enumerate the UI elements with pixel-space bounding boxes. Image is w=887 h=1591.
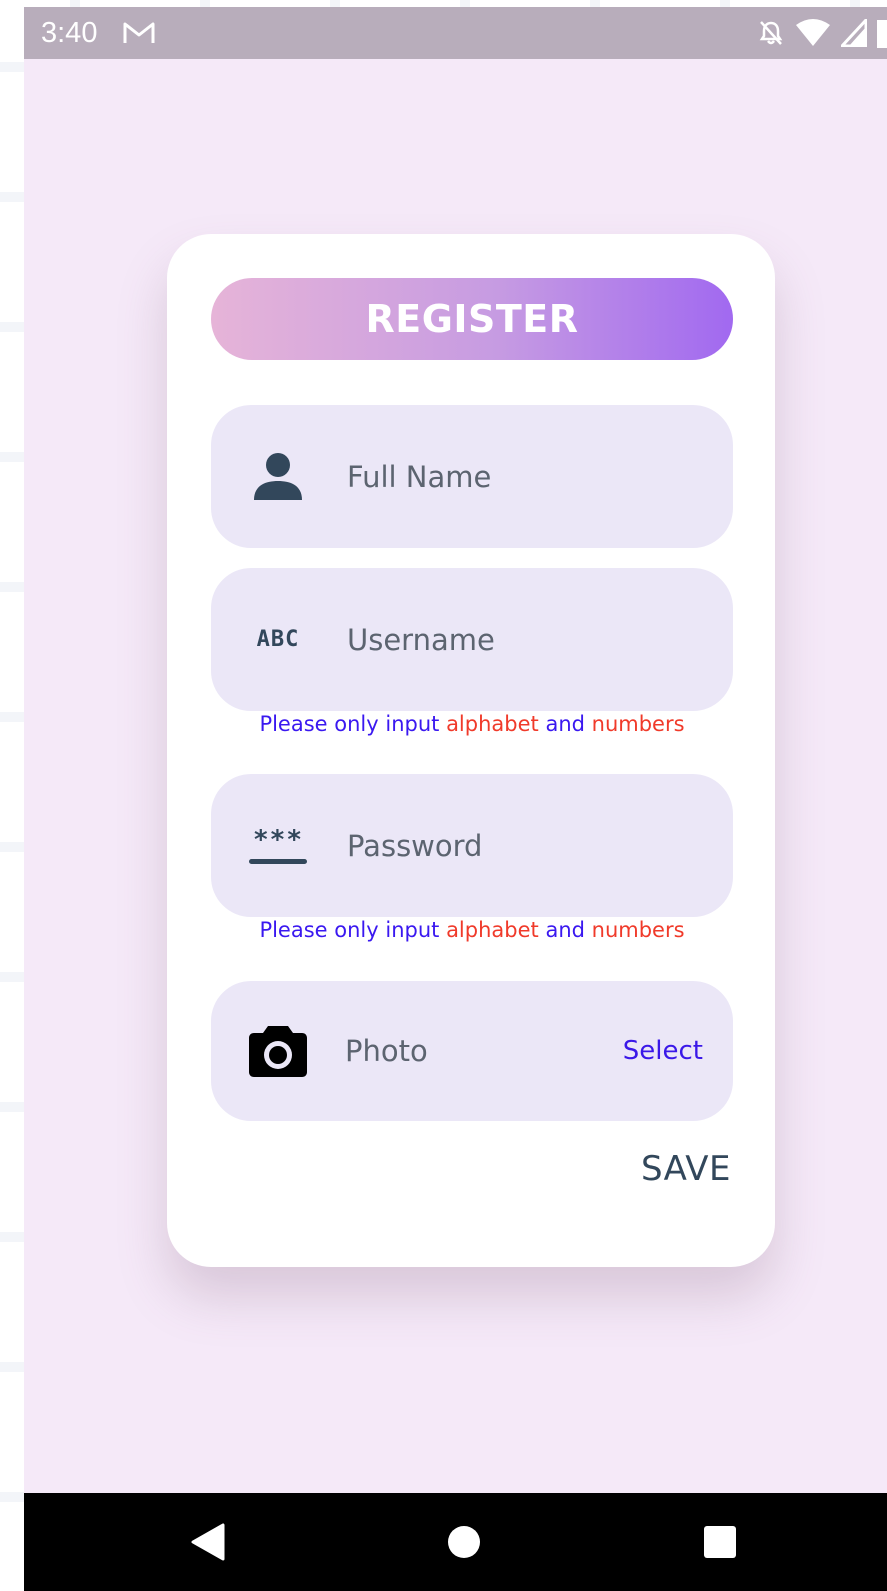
photo-field: Photo Select [211, 981, 733, 1121]
cell-signal-icon [841, 19, 867, 47]
photo-label: Photo [345, 1034, 428, 1068]
status-icons [757, 18, 887, 48]
hint-text-4: numbers [591, 712, 685, 736]
hint-text-1: Please only input [259, 712, 440, 736]
select-photo-button[interactable]: Select [623, 981, 703, 1121]
battery-icon [877, 20, 887, 48]
back-icon[interactable] [173, 1493, 243, 1591]
username-hint: Please only input alphabet and numbers [211, 712, 733, 736]
status-bar: 3:40 [24, 7, 887, 59]
abc-icon-text: ABC [256, 627, 300, 652]
hint-text-1: Please only input [259, 918, 440, 942]
recents-icon[interactable] [685, 1493, 755, 1591]
password-icon: *** [245, 774, 311, 917]
wifi-icon [796, 19, 830, 46]
navigation-bar [24, 1493, 887, 1591]
username-placeholder: Username [347, 622, 495, 657]
full-name-field[interactable]: Full Name [211, 405, 733, 548]
hint-text-4: numbers [591, 918, 685, 942]
password-icon-underline [249, 859, 307, 864]
gmail-icon [123, 22, 155, 43]
register-title: REGISTER [365, 297, 579, 341]
hint-text-3: and [545, 918, 585, 942]
notifications-off-icon [759, 21, 783, 45]
person-icon [245, 405, 311, 548]
home-icon[interactable] [429, 1493, 499, 1591]
password-icon-text: *** [253, 825, 303, 855]
full-name-placeholder: Full Name [347, 459, 492, 494]
password-field[interactable]: *** Password [211, 774, 733, 917]
status-time: 3:40 [41, 17, 98, 49]
username-field[interactable]: ABC Username [211, 568, 733, 711]
register-banner: REGISTER [211, 278, 733, 360]
save-button[interactable]: SAVE [641, 1149, 731, 1189]
password-hint: Please only input alphabet and numbers [211, 918, 733, 942]
abc-icon: ABC [245, 568, 311, 711]
camera-icon [245, 981, 311, 1121]
hint-text-2: alphabet [446, 712, 539, 736]
register-card: REGISTER Full Name ABC Username Please o… [167, 234, 775, 1267]
hint-text-3: and [545, 712, 585, 736]
password-placeholder: Password [347, 828, 483, 863]
hint-text-2: alphabet [446, 918, 539, 942]
phone-screen: 3:40 REGISTER Full Name ABC Username Ple… [24, 7, 887, 1591]
